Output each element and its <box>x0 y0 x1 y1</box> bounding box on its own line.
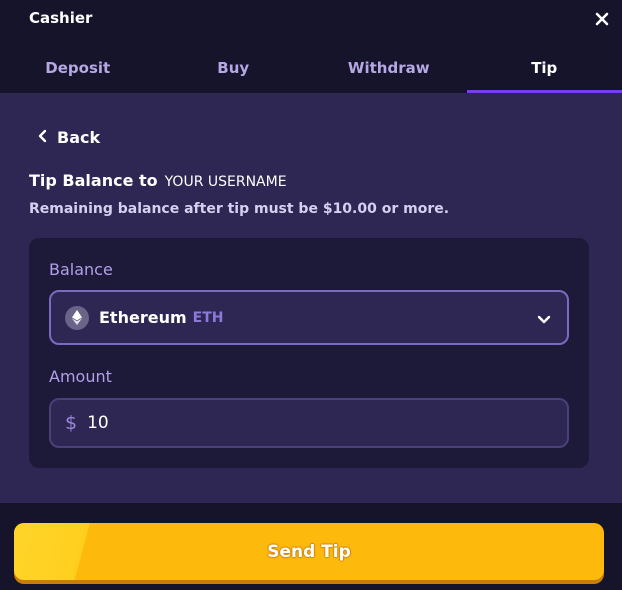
tip-title: Tip Balance to <box>29 171 158 190</box>
close-icon[interactable] <box>592 9 612 29</box>
chevron-left-icon <box>37 129 47 147</box>
page-title: Cashier <box>29 9 93 27</box>
cashier-header: Cashier Deposit Buy Withdraw Tip <box>0 0 622 93</box>
coin-code: ETH <box>192 309 224 326</box>
coin-name: Ethereum <box>99 308 187 327</box>
amount-input[interactable] <box>87 413 528 433</box>
balance-select[interactable]: Ethereum ETH <box>49 290 569 345</box>
chevron-down-icon <box>537 309 551 328</box>
balance-label: Balance <box>49 260 113 279</box>
tab-withdraw[interactable]: Withdraw <box>311 50 467 93</box>
amount-field: $ <box>49 398 569 448</box>
button-stripe-decoration <box>14 523 124 580</box>
tab-deposit[interactable]: Deposit <box>0 50 156 93</box>
tip-form-card: Balance Ethereum ETH Amount $ <box>29 238 589 468</box>
back-button[interactable]: Back <box>37 128 100 147</box>
amount-label: Amount <box>49 367 112 386</box>
recipient-username: YOUR USERNAME <box>164 174 287 190</box>
tab-buy[interactable]: Buy <box>156 50 312 93</box>
tab-bar: Deposit Buy Withdraw Tip <box>0 50 622 93</box>
send-tip-label: Send Tip <box>267 541 351 562</box>
tab-tip[interactable]: Tip <box>466 50 622 93</box>
tip-heading: Tip Balance to YOUR USERNAME <box>29 171 287 190</box>
tip-panel: Back Tip Balance to YOUR USERNAME Remain… <box>0 93 622 503</box>
send-tip-button[interactable]: Send Tip <box>14 523 604 580</box>
footer: Send Tip <box>0 503 622 590</box>
balance-note: Remaining balance after tip must be $10.… <box>29 201 450 217</box>
currency-symbol: $ <box>65 412 78 434</box>
ethereum-icon <box>65 305 89 330</box>
back-label: Back <box>57 128 101 147</box>
